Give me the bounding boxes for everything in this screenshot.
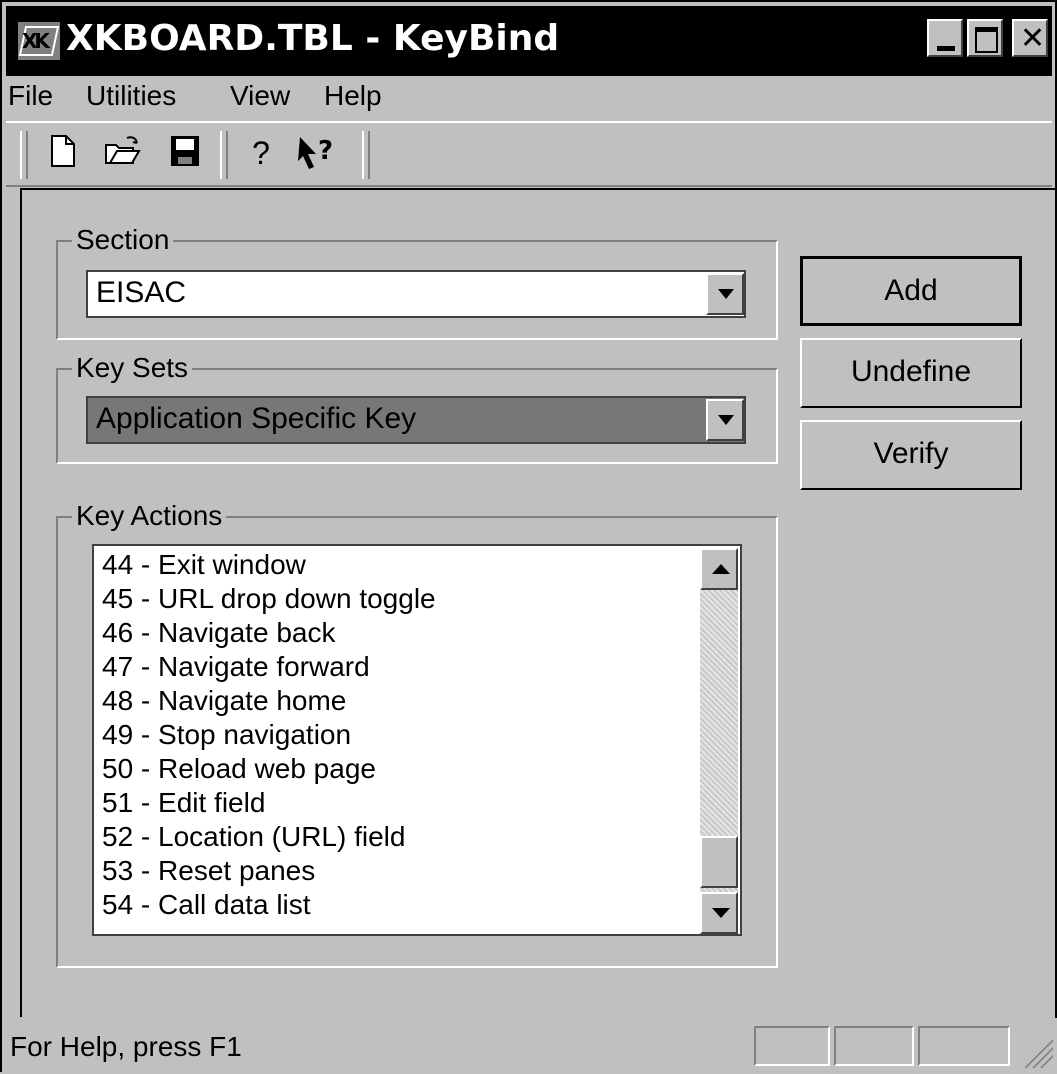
new-document-icon[interactable] — [44, 133, 82, 175]
list-item[interactable]: 45 - URL drop down toggle — [102, 582, 436, 616]
list-item[interactable]: 44 - Exit window — [102, 548, 306, 582]
list-item[interactable]: 50 - Reload web page — [102, 752, 376, 786]
key-sets-combo[interactable]: Application Specific Key — [86, 396, 746, 444]
toolbar-separator — [220, 131, 228, 179]
add-button[interactable]: Add — [800, 256, 1022, 326]
help-icon[interactable]: ? — [242, 133, 280, 175]
status-pane-3 — [918, 1026, 1010, 1066]
scroll-up-icon[interactable] — [700, 548, 738, 590]
section-group: Section EISAC — [56, 224, 778, 340]
svg-text:?: ? — [318, 136, 333, 166]
window-title: XKBOARD.TBL - KeyBind — [66, 18, 560, 59]
keybind-window: XKBOARD.TBL - KeyBind File Utilities Vie… — [0, 0, 1057, 1074]
status-pane-2 — [834, 1026, 914, 1066]
chevron-down-icon[interactable] — [706, 399, 744, 441]
minimize-button[interactable] — [927, 19, 963, 57]
list-item[interactable]: 51 - Edit field — [102, 786, 265, 820]
key-sets-group: Key Sets Application Specific Key — [56, 352, 778, 464]
list-item[interactable]: 46 - Navigate back — [102, 616, 335, 650]
status-bar: For Help, press F1 — [2, 1018, 1057, 1074]
list-item[interactable]: 52 - Location (URL) field — [102, 820, 405, 854]
maximize-button[interactable] — [967, 19, 1003, 57]
toolbar-separator-end — [362, 131, 370, 179]
undefine-button[interactable]: Undefine — [800, 338, 1022, 408]
menu-help[interactable]: Help — [324, 79, 382, 113]
menu-bar: File Utilities View Help — [6, 79, 1052, 117]
context-help-icon[interactable]: ? — [296, 133, 334, 175]
toolbar-grip[interactable] — [20, 131, 28, 179]
list-item[interactable]: 49 - Stop navigation — [102, 718, 351, 752]
scroll-thumb[interactable] — [700, 836, 738, 888]
section-combo[interactable]: EISAC — [86, 270, 746, 318]
toolbar: ? ? — [6, 121, 1052, 187]
chevron-down-icon[interactable] — [706, 273, 744, 315]
key-sets-label: Key Sets — [72, 352, 193, 384]
status-text: For Help, press F1 — [10, 1031, 242, 1062]
list-item[interactable]: 54 - Call data list — [102, 888, 311, 922]
vertical-scrollbar[interactable] — [700, 548, 738, 934]
list-item[interactable]: 53 - Reset panes — [102, 854, 315, 888]
save-disk-icon[interactable] — [166, 133, 204, 175]
key-sets-value: Application Specific Key — [96, 402, 417, 435]
key-actions-group: Key Actions 44 - Exit window 45 - URL dr… — [56, 500, 778, 968]
section-label: Section — [72, 224, 174, 256]
key-actions-label: Key Actions — [72, 500, 227, 532]
section-value: EISAC — [96, 276, 187, 309]
menu-view[interactable]: View — [230, 79, 290, 113]
menu-utilities[interactable]: Utilities — [86, 79, 176, 113]
resize-grip-icon[interactable] — [1025, 1040, 1053, 1068]
main-client-area: Section EISAC Key Sets Application Speci… — [20, 188, 1057, 1017]
status-pane-1 — [754, 1026, 830, 1066]
verify-button[interactable]: Verify — [800, 420, 1022, 490]
close-button[interactable] — [1012, 19, 1048, 57]
app-keyboard-icon — [18, 22, 60, 60]
title-bar[interactable]: XKBOARD.TBL - KeyBind — [6, 6, 1052, 76]
open-folder-icon[interactable] — [102, 133, 141, 175]
list-item[interactable]: 48 - Navigate home — [102, 684, 346, 718]
key-actions-listbox[interactable]: 44 - Exit window 45 - URL drop down togg… — [92, 544, 742, 936]
scroll-down-icon[interactable] — [700, 892, 738, 934]
list-item[interactable]: 47 - Navigate forward — [102, 650, 370, 684]
menu-file[interactable]: File — [8, 79, 53, 113]
